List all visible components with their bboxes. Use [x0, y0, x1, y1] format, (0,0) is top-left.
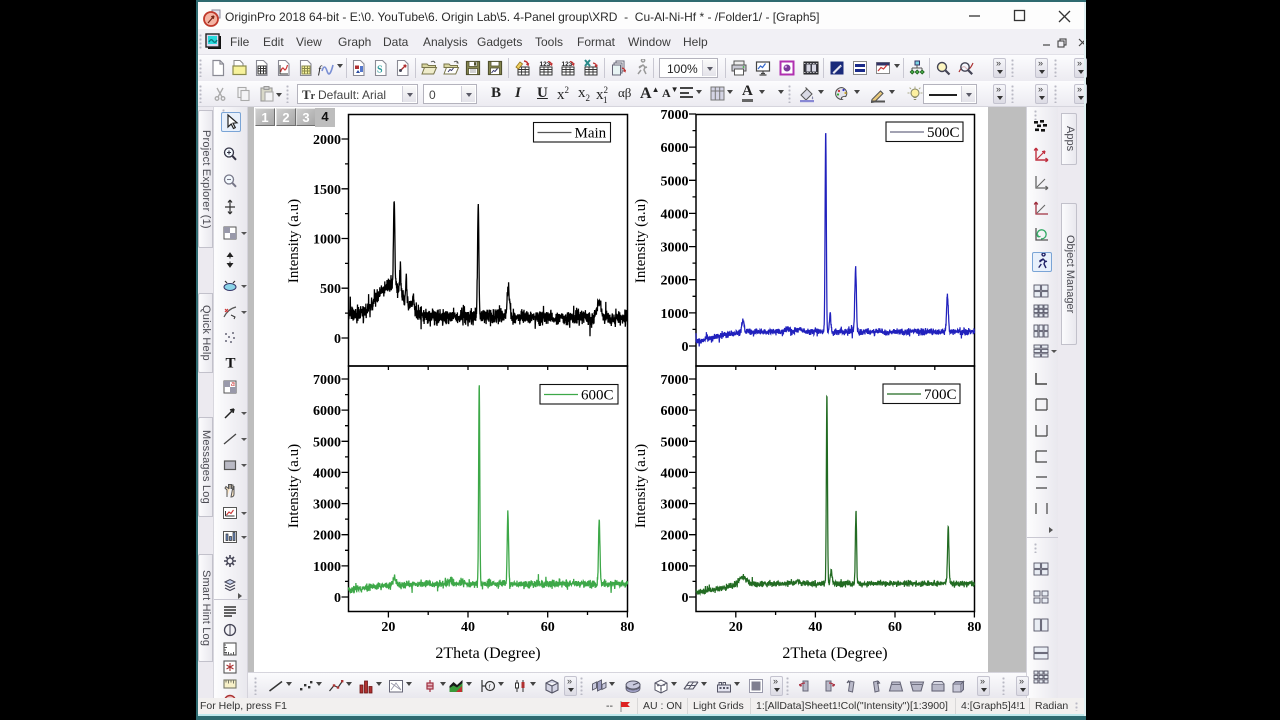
svg-text:Main: Main [575, 126, 607, 142]
svg-text:700C: 700C [924, 387, 957, 403]
svg-text:3000: 3000 [661, 498, 689, 513]
svg-text:5000: 5000 [661, 435, 689, 450]
svg-text:0: 0 [334, 332, 341, 347]
svg-text:4000: 4000 [661, 207, 689, 222]
svg-text:3000: 3000 [661, 241, 689, 256]
svg-text:20: 20 [729, 620, 743, 635]
svg-text:1000: 1000 [661, 307, 689, 322]
svg-text:2000: 2000 [661, 274, 689, 289]
svg-text:600C: 600C [581, 388, 614, 404]
svg-text:2000: 2000 [313, 529, 341, 544]
svg-text:60: 60 [541, 620, 555, 635]
svg-text:40: 40 [461, 620, 475, 635]
svg-text:1500: 1500 [313, 183, 341, 198]
svg-text:T: T [226, 356, 236, 372]
svg-text:S: S [377, 65, 383, 76]
svg-text:2000: 2000 [313, 133, 341, 148]
svg-text:1000: 1000 [661, 560, 689, 575]
svg-text:a: a [231, 381, 235, 388]
svg-text:Intensity (a.u): Intensity (a.u) [286, 444, 302, 528]
svg-text:0: 0 [682, 591, 689, 606]
svg-text:80: 80 [967, 620, 981, 635]
svg-text:20: 20 [381, 620, 395, 635]
svg-text:4000: 4000 [313, 466, 341, 481]
svg-text:7000: 7000 [313, 373, 341, 388]
svg-text:7000: 7000 [661, 373, 689, 388]
svg-text:1000: 1000 [313, 233, 341, 248]
svg-text:6000: 6000 [313, 404, 341, 419]
svg-text:3000: 3000 [313, 498, 341, 513]
svg-text:2000: 2000 [661, 529, 689, 544]
svg-text:7000: 7000 [661, 108, 689, 123]
svg-text:r: r [489, 684, 492, 691]
svg-text:6000: 6000 [661, 141, 689, 156]
svg-text:6000: 6000 [661, 404, 689, 419]
svg-text:Intensity (a.u): Intensity (a.u) [633, 444, 649, 528]
svg-text:60: 60 [888, 620, 902, 635]
svg-text:500C: 500C [927, 125, 960, 141]
svg-text:0: 0 [682, 340, 689, 355]
svg-text:5000: 5000 [313, 435, 341, 450]
svg-text:500: 500 [320, 282, 341, 297]
svg-text:1000: 1000 [313, 560, 341, 575]
svg-text:5000: 5000 [661, 174, 689, 189]
svg-text:4000: 4000 [661, 466, 689, 481]
svg-text:Intensity (a.u): Intensity (a.u) [633, 199, 649, 283]
svg-text:2Theta (Degree): 2Theta (Degree) [782, 645, 887, 662]
svg-text:80: 80 [620, 620, 634, 635]
svg-text:40: 40 [808, 620, 822, 635]
svg-text:0: 0 [334, 591, 341, 606]
svg-text:2Theta (Degree): 2Theta (Degree) [435, 645, 540, 662]
svg-text:Intensity (a.u): Intensity (a.u) [286, 199, 302, 283]
